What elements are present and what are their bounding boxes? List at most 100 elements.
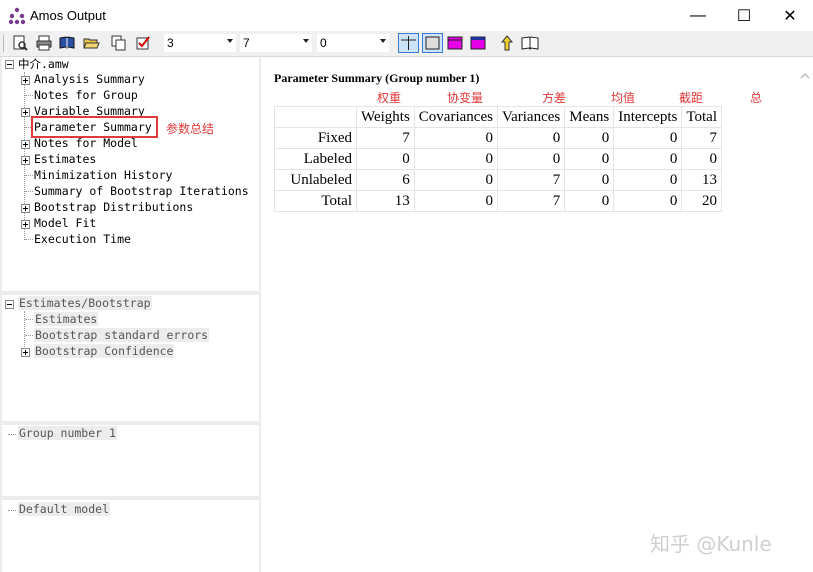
table-cell: 13 [681,169,722,191]
title-bar: Amos Output — ☐ ✕ [0,0,813,31]
output-tree-panel: 中介.amw Analysis Summary Notes for Group … [2,57,259,291]
cn-header-variances: 方差 [542,91,567,105]
cn-header-intercepts: 截距 [679,91,704,105]
cn-header-total: 总 [750,91,763,105]
table-outline-icon[interactable] [422,33,443,53]
print-preview-icon[interactable] [11,34,29,52]
table-cell: 13 [356,190,415,212]
tree-connector [25,335,33,336]
table-cell: 20 [681,190,722,212]
tree-connector [25,175,33,176]
tree-item-notes-for-model[interactable]: Notes for Model [34,136,138,151]
table-cell: 0 [413,169,498,191]
table-cell: 0 [413,190,498,212]
table-cell: 0 [613,127,683,149]
model-panel: Default model [2,500,259,572]
group-number-label: Group number 1 [18,426,117,440]
expand-icon[interactable] [21,76,30,85]
tree-item-bootstrap-se[interactable]: Bootstrap standard errors [34,328,210,343]
table-cell: 0 [356,148,415,170]
tree-item-bootstrap-confidence[interactable]: Bootstrap Confidence [34,344,175,359]
window-title: Amos Output [30,8,106,23]
expand-icon[interactable] [21,140,30,149]
table-cell: 7 [681,127,722,149]
minimize-button[interactable]: — [675,0,721,31]
highlight-box [31,116,158,138]
checkbox-icon[interactable] [134,34,152,52]
group-number-item[interactable]: Group number 1 [18,426,117,441]
tree-root[interactable]: 中介.amw [18,57,69,72]
print-icon[interactable] [35,34,53,52]
book-icon[interactable] [58,34,76,52]
tree-connector [25,239,33,240]
estimates-bootstrap-root[interactable]: Estimates/Bootstrap [18,296,152,311]
combo-1[interactable]: 3 [164,34,236,52]
table-grid-icon[interactable] [398,33,419,53]
scroll-up-icon[interactable] [800,71,810,81]
open-folder-icon[interactable] [82,34,100,52]
column-header: Variances [496,106,566,128]
parameter-summary-title: Parameter Summary (Group number 1) [274,71,480,85]
table-cell: 0 [613,169,683,191]
tree-item-bootstrap-iterations[interactable]: Summary of Bootstrap Iterations [34,184,249,199]
default-model-item[interactable]: Default model [18,502,111,517]
collapse-icon[interactable] [5,60,14,69]
expand-icon[interactable] [21,156,30,165]
copy-icon[interactable] [110,34,128,52]
magenta-table-icon[interactable] [446,34,464,52]
collapse-icon[interactable] [5,300,14,309]
tree-item-estimates-sub[interactable]: Estimates [34,312,99,327]
estimates-bootstrap-panel: Estimates/Bootstrap Estimates Bootstrap … [2,295,259,421]
tree-item-analysis-summary[interactable]: Analysis Summary [34,72,145,87]
cn-header-means: 均值 [611,91,636,105]
corner-cell [274,106,357,128]
expand-icon[interactable] [21,348,30,357]
table-cell: 0 [564,169,615,191]
parameter-summary-table: Weights Covariances Variances Means Inte… [274,106,722,212]
table-cell: 6 [356,169,415,191]
table-cell: 0 [613,148,683,170]
cn-header-weights: 权重 [377,91,402,105]
table-row: Fixed 7 0 0 0 0 7 [274,127,722,149]
estimates-bootstrap-label: Estimates/Bootstrap [18,296,152,310]
row-label: Fixed [274,127,357,149]
expand-icon[interactable] [21,220,30,229]
maximize-button[interactable]: ☐ [721,0,767,31]
group-panel: Group number 1 [2,425,259,496]
tree-connector [25,191,33,192]
cn-header-covariances: 协变量 [447,91,484,105]
table-cell: 7 [496,190,566,212]
open-book-icon[interactable] [521,34,539,52]
tree-connector [24,311,25,351]
row-label: Labeled [274,148,357,170]
tree-item-execution-time[interactable]: Execution Time [34,232,131,247]
annotation-parameter-summary: 参数总结 [166,122,215,136]
table-cell: 0 [681,148,722,170]
tree-item-notes-for-group[interactable]: Notes for Group [34,88,138,103]
column-header: Means [564,106,615,128]
chevron-down-icon [380,39,386,43]
combo-2[interactable]: 7 [240,34,312,52]
table-row: Unlabeled 6 0 7 0 0 13 [274,169,722,191]
table-cell: 0 [613,190,683,212]
combo-2-value: 7 [243,36,250,50]
expand-icon[interactable] [21,108,30,117]
tree-item-estimates[interactable]: Estimates [34,152,96,167]
tree-item-bootstrap-distributions[interactable]: Bootstrap Distributions [34,200,193,215]
table-cell: 7 [356,127,415,149]
column-header: Covariances [413,106,498,128]
column-header: Weights [356,106,415,128]
up-arrow-icon[interactable] [498,34,516,52]
tree-connector [8,434,16,435]
tree-item-model-fit[interactable]: Model Fit [34,216,96,231]
tree-connector [8,510,16,511]
combo-3[interactable]: 0 [317,34,389,52]
toolbar-grip [3,35,7,52]
magenta-table-bar-icon[interactable] [469,34,487,52]
close-button[interactable]: ✕ [767,0,813,31]
expand-icon[interactable] [21,204,30,213]
table-cell: 0 [496,148,566,170]
tree-item-minimization-history[interactable]: Minimization History [34,168,172,183]
vertical-scrollbar[interactable] [797,57,813,572]
table-cell: 0 [413,148,498,170]
